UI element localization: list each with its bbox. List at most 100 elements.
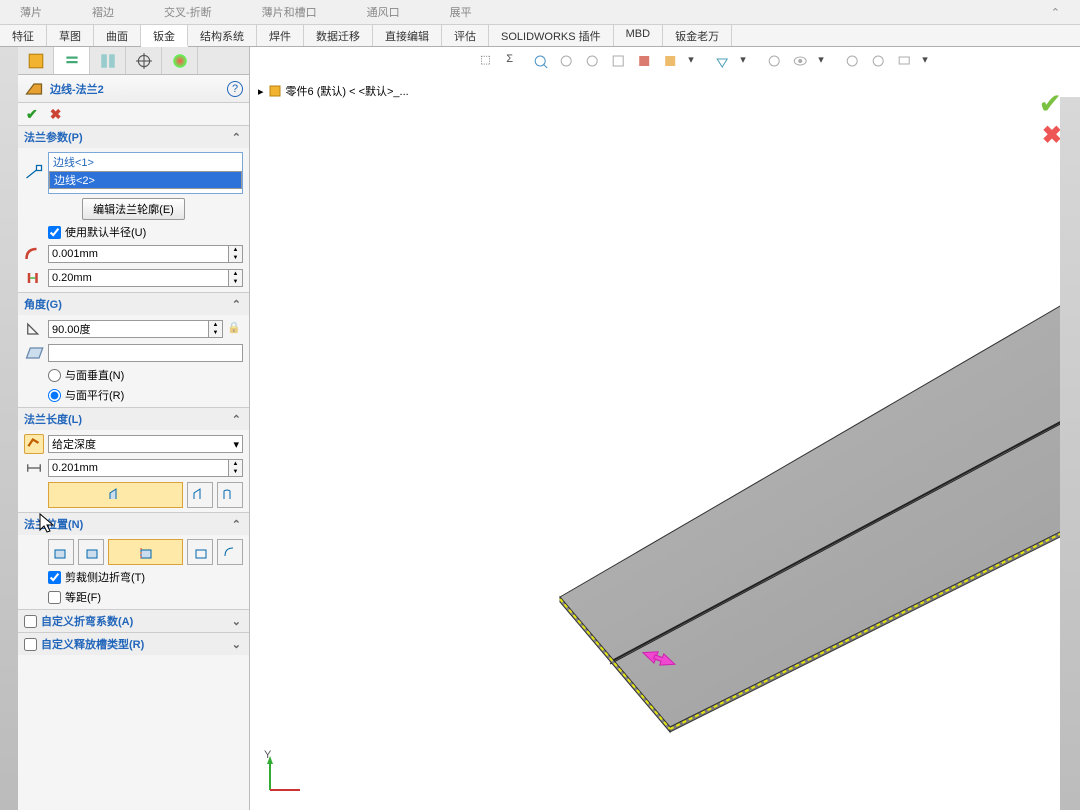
angle-icon — [24, 319, 44, 339]
length-type-select[interactable]: 给定深度▾ — [48, 435, 243, 453]
appearance-icon[interactable] — [766, 53, 786, 73]
custom-relief-checkbox[interactable] — [24, 638, 37, 651]
collapse-chevron-icon: ⌃ — [232, 131, 241, 144]
section-header[interactable]: 法兰长度(L)⌃ — [18, 408, 249, 430]
lock-icon[interactable]: 🔒 — [227, 321, 243, 337]
ribbon-stub[interactable]: 交叉-折断 — [164, 4, 212, 20]
panel-tab-appearance[interactable] — [162, 47, 198, 74]
ribbon-stub[interactable]: 展平 — [450, 4, 472, 20]
panel-tab-config-mgr[interactable] — [90, 47, 126, 74]
tab-feature[interactable]: 特征 — [0, 25, 47, 46]
zoom-all-icon[interactable]: ⬚ — [480, 53, 500, 73]
section-header[interactable]: 自定义折弯系数(A)⌄ — [18, 610, 249, 632]
eye-icon[interactable] — [792, 53, 812, 73]
collapse-chevron-icon: ⌃ — [232, 298, 241, 311]
custom-bend-checkbox[interactable] — [24, 615, 37, 628]
panel-tab-strip — [18, 47, 249, 75]
ribbon-stub[interactable]: 薄片 — [20, 4, 42, 20]
collapse-chevron-icon: ⌄ — [232, 638, 241, 651]
collapse-chevron-icon: ⌃ — [232, 518, 241, 531]
perpendicular-radio[interactable]: 与面垂直(N) — [24, 367, 243, 383]
graphics-breadcrumb[interactable]: ▸ 零件6 (默认) < <默认>_... — [258, 83, 409, 99]
scene-icon[interactable] — [844, 53, 864, 73]
zoom-area-icon[interactable] — [558, 53, 578, 73]
parallel-radio[interactable]: 与面平行(R) — [24, 387, 243, 403]
coordinate-triad[interactable]: Y — [260, 750, 310, 800]
zoom-fit-icon[interactable] — [532, 53, 552, 73]
list-item[interactable]: 边线<1> — [49, 153, 242, 171]
list-item[interactable]: 边线<2> — [49, 171, 242, 189]
ok-cancel-row: ✔ ✖ — [18, 103, 249, 125]
sigma-icon[interactable]: Σ — [506, 53, 526, 73]
tab-evaluate[interactable]: 评估 — [442, 25, 489, 46]
gap-distance-input[interactable] — [48, 269, 229, 287]
spinner-buttons[interactable]: ▲▼ — [229, 269, 243, 287]
trim-side-bends-checkbox[interactable]: 剪裁侧边折弯(T) — [24, 569, 243, 585]
gap-distance-icon — [24, 268, 44, 288]
breadcrumb-text: 零件6 (默认) < <默认>_... — [286, 83, 409, 99]
edge-selection-list[interactable]: 边线<1> 边线<2> — [48, 152, 243, 194]
tab-weldment[interactable]: 焊件 — [257, 25, 304, 46]
length-value-input[interactable] — [48, 459, 229, 477]
bend-radius-input[interactable] — [48, 245, 229, 263]
section-view-icon[interactable] — [610, 53, 630, 73]
panel-tab-feature-tree[interactable] — [18, 47, 54, 74]
collapse-chevron-icon: ⌄ — [232, 615, 241, 628]
confirm-corner-accept[interactable]: ✔ — [1039, 87, 1062, 120]
dropdown-icon[interactable]: ▾ — [688, 53, 708, 73]
tab-directedit[interactable]: 直接编辑 — [373, 25, 442, 46]
cancel-button[interactable]: ✖ — [50, 106, 62, 123]
zoom-prev-icon[interactable] — [584, 53, 604, 73]
length-ref-tangent-button[interactable] — [217, 482, 243, 508]
tab-surface[interactable]: 曲面 — [94, 25, 141, 46]
collapse-ribbon-chevron[interactable]: ⌃ — [1051, 6, 1060, 19]
tab-mbd[interactable]: MBD — [614, 25, 663, 46]
reference-face-input[interactable] — [48, 344, 243, 362]
tab-datamigration[interactable]: 数据迁移 — [304, 25, 373, 46]
hide-show-icon[interactable] — [714, 53, 734, 73]
edit-flange-profile-button[interactable]: 编辑法兰轮廓(E) — [82, 198, 185, 220]
model-geometry[interactable] — [550, 267, 1080, 767]
view-orientation-icon[interactable] — [636, 53, 656, 73]
section-header[interactable]: 自定义释放槽类型(R)⌄ — [18, 633, 249, 655]
confirm-corner-cancel[interactable]: ✖ — [1042, 121, 1062, 150]
ribbon-stub[interactable]: 通风口 — [367, 4, 400, 20]
position-bend-outside-button[interactable] — [108, 539, 183, 565]
section-header[interactable]: 角度(G)⌃ — [18, 293, 249, 315]
position-material-outside-button[interactable] — [78, 539, 104, 565]
tab-sketch[interactable]: 草图 — [47, 25, 94, 46]
position-material-inside-button[interactable] — [48, 539, 74, 565]
offset-checkbox[interactable]: 等距(F) — [24, 589, 243, 605]
help-icon[interactable]: ? — [227, 81, 243, 97]
tab-sheetmetal-laowan[interactable]: 钣金老万 — [663, 25, 732, 46]
length-ref-outer-button[interactable] — [48, 482, 183, 508]
render-icon[interactable] — [870, 53, 890, 73]
ribbon-stub[interactable]: 薄片和槽口 — [262, 4, 317, 20]
dropdown-icon[interactable]: ▾ — [818, 53, 838, 73]
angle-input[interactable] — [48, 320, 209, 338]
dropdown-icon[interactable]: ▾ — [740, 53, 760, 73]
tab-structure[interactable]: 结构系统 — [188, 25, 257, 46]
display-settings-icon[interactable] — [896, 53, 916, 73]
position-virtual-sharp-button[interactable] — [187, 539, 213, 565]
position-tangent-button[interactable] — [217, 539, 243, 565]
part-icon — [268, 84, 282, 98]
graphics-viewport[interactable]: ⬚ Σ ▾ ▾ ▾ ▾ ▸ 零件6 (默认) < <默认>_... ✔ ✖ — [250, 47, 1080, 810]
accept-button[interactable]: ✔ — [26, 106, 38, 123]
spinner-buttons[interactable]: ▲▼ — [209, 320, 223, 338]
length-ref-inner-button[interactable] — [187, 482, 213, 508]
panel-tab-property-mgr[interactable] — [54, 47, 90, 74]
use-default-radius-checkbox[interactable]: 使用默认半径(U) — [24, 224, 243, 240]
spinner-buttons[interactable]: ▲▼ — [229, 245, 243, 263]
display-style-icon[interactable] — [662, 53, 682, 73]
edge-selection-icon — [24, 163, 44, 183]
dropdown-icon[interactable]: ▾ — [922, 53, 942, 73]
tab-sheetmetal[interactable]: 钣金 — [141, 25, 188, 47]
section-header[interactable]: 法兰参数(P)⌃ — [18, 126, 249, 148]
heads-up-toolbar: ⬚ Σ ▾ ▾ ▾ ▾ — [480, 53, 942, 73]
panel-tab-dimxpert[interactable] — [126, 47, 162, 74]
tab-swaddin[interactable]: SOLIDWORKS 插件 — [489, 25, 614, 46]
ribbon-stub[interactable]: 褶边 — [92, 4, 114, 20]
expand-tree-icon[interactable]: ▸ — [258, 85, 264, 98]
spinner-buttons[interactable]: ▲▼ — [229, 459, 243, 477]
